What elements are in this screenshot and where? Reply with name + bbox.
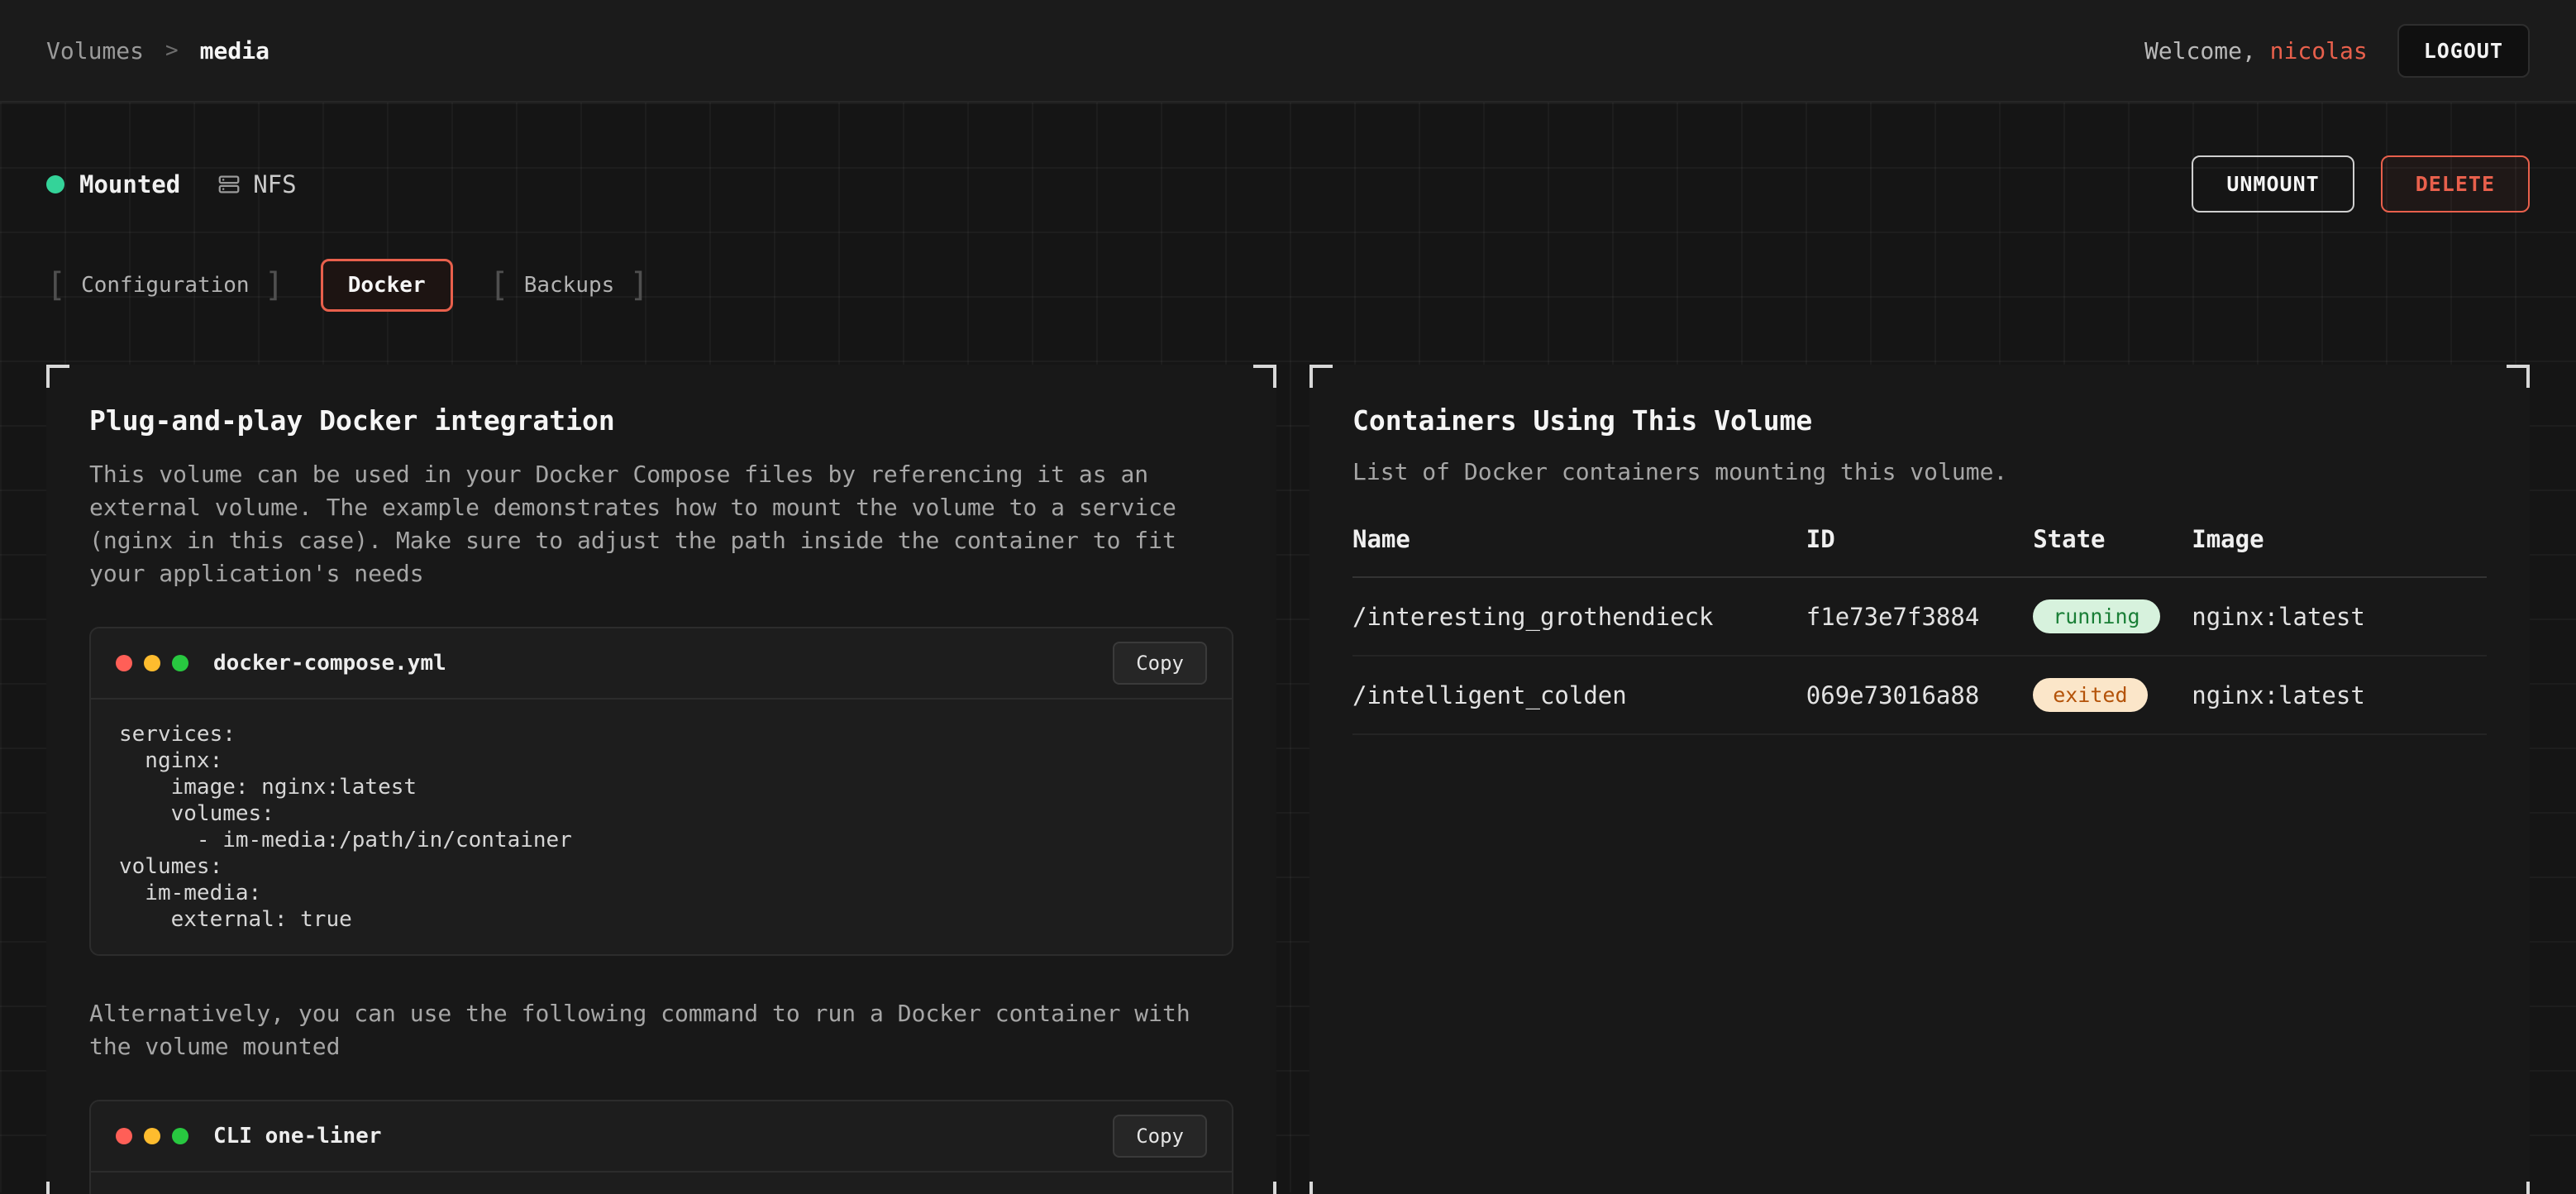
mounted-status-dot-icon xyxy=(46,175,64,193)
compose-filename: docker-compose.yml xyxy=(213,651,446,676)
window-close-dot-icon xyxy=(116,655,132,671)
breadcrumb-volumes-link[interactable]: Volumes xyxy=(46,37,144,64)
tab-backups[interactable]: [ Backups ] xyxy=(489,269,650,302)
main-content: Mounted NFS UNMOUNT DELETE [ Configurati… xyxy=(0,103,2576,1192)
corner-bracket-icon xyxy=(1253,1182,1276,1194)
breadcrumb-current: media xyxy=(200,37,270,64)
cli-code-header: CLI one-liner Copy xyxy=(91,1101,1232,1173)
window-maximize-dot-icon xyxy=(172,1128,188,1144)
containers-panel-title: Containers Using This Volume xyxy=(1352,404,2487,437)
volume-actions: UNMOUNT DELETE xyxy=(2192,155,2530,213)
mounted-status-label: Mounted xyxy=(79,170,180,198)
volume-status-left: Mounted NFS xyxy=(46,170,297,198)
window-minimize-dot-icon xyxy=(144,1128,160,1144)
window-dots-icon xyxy=(116,655,188,671)
corner-bracket-icon xyxy=(1253,365,1276,388)
table-row: /interesting_grothendieck f1e73e7f3884 r… xyxy=(1352,577,2487,656)
welcome-text: Welcome, nicolas xyxy=(2144,37,2368,64)
container-id: f1e73e7f3884 xyxy=(1806,577,2033,656)
username: nicolas xyxy=(2270,37,2368,64)
copy-compose-button[interactable]: Copy xyxy=(1113,642,1207,685)
tab-configuration[interactable]: [ Configuration ] xyxy=(46,269,284,302)
tab-backups-label: Backups xyxy=(524,273,615,298)
delete-button[interactable]: DELETE xyxy=(2381,155,2530,213)
server-icon xyxy=(217,172,241,197)
container-id: 069e73016a88 xyxy=(1806,656,2033,734)
status-badge: exited xyxy=(2033,678,2147,712)
logout-button[interactable]: LOGOUT xyxy=(2397,24,2530,78)
cli-intro-text: Alternatively, you can use the following… xyxy=(89,997,1233,1063)
nfs-driver: NFS xyxy=(217,170,296,198)
docker-integration-panel: Plug-and-play Docker integration This vo… xyxy=(46,365,1276,1194)
corner-bracket-icon xyxy=(1309,365,1333,388)
breadcrumb-separator-icon: > xyxy=(165,38,179,63)
cli-filename: CLI one-liner xyxy=(213,1124,382,1149)
window-dots-icon xyxy=(116,1128,188,1144)
volume-status-row: Mounted NFS UNMOUNT DELETE xyxy=(46,155,2530,213)
tab-bracket-left: [ xyxy=(489,269,509,302)
welcome-prefix: Welcome, xyxy=(2144,37,2270,64)
topbar-right: Welcome, nicolas LOGOUT xyxy=(2144,24,2530,78)
containers-table: Name ID State Image /interesting_grothen… xyxy=(1352,525,2487,735)
container-name: /interesting_grothendieck xyxy=(1352,577,1806,656)
column-header-name: Name xyxy=(1352,525,1806,577)
tab-bar: [ Configuration ] Docker [ Backups ] xyxy=(46,259,2530,312)
tab-docker-label: Docker xyxy=(348,273,426,298)
window-maximize-dot-icon xyxy=(172,655,188,671)
container-name: /intelligent_colden xyxy=(1352,656,1806,734)
panels: Plug-and-play Docker integration This vo… xyxy=(46,365,2530,1194)
column-header-image: Image xyxy=(2192,525,2487,577)
window-close-dot-icon xyxy=(116,1128,132,1144)
cli-code-block: CLI one-liner Copy docker run -v im-medi… xyxy=(89,1100,1233,1194)
docker-panel-title: Plug-and-play Docker integration xyxy=(89,404,1233,437)
tab-bracket-left: [ xyxy=(46,269,66,302)
tab-bracket-right: ] xyxy=(629,269,649,302)
nfs-driver-label: NFS xyxy=(253,170,296,198)
container-image: nginx:latest xyxy=(2192,656,2487,734)
column-header-state: State xyxy=(2033,525,2192,577)
table-row: /intelligent_colden 069e73016a88 exited … xyxy=(1352,656,2487,734)
status-badge: running xyxy=(2033,599,2159,633)
tab-configuration-label: Configuration xyxy=(81,273,250,298)
containers-table-header-row: Name ID State Image xyxy=(1352,525,2487,577)
column-header-id: ID xyxy=(1806,525,2033,577)
mounted-status: Mounted xyxy=(46,170,180,198)
tab-docker[interactable]: Docker xyxy=(321,259,453,312)
compose-code-block: docker-compose.yml Copy services: nginx:… xyxy=(89,627,1233,956)
tab-bracket-right: ] xyxy=(265,269,284,302)
corner-bracket-icon xyxy=(2507,1182,2530,1194)
containers-panel-subtitle: List of Docker containers mounting this … xyxy=(1352,458,2487,485)
compose-code-header: docker-compose.yml Copy xyxy=(91,628,1232,700)
docker-panel-description: This volume can be used in your Docker C… xyxy=(89,458,1233,590)
topbar: Volumes > media Welcome, nicolas LOGOUT xyxy=(0,0,2576,103)
containers-panel: Containers Using This Volume List of Doc… xyxy=(1309,365,2530,1194)
corner-bracket-icon xyxy=(1309,1182,1333,1194)
unmount-button[interactable]: UNMOUNT xyxy=(2192,155,2354,213)
breadcrumb: Volumes > media xyxy=(46,37,270,64)
container-image: nginx:latest xyxy=(2192,577,2487,656)
cli-code-content: docker run -v im-media:/path/in/containe… xyxy=(91,1173,1232,1194)
corner-bracket-icon xyxy=(46,365,69,388)
corner-bracket-icon xyxy=(2507,365,2530,388)
compose-code-content: services: nginx: image: nginx:latest vol… xyxy=(91,700,1232,954)
corner-bracket-icon xyxy=(46,1182,69,1194)
copy-cli-button[interactable]: Copy xyxy=(1113,1115,1207,1158)
window-minimize-dot-icon xyxy=(144,655,160,671)
